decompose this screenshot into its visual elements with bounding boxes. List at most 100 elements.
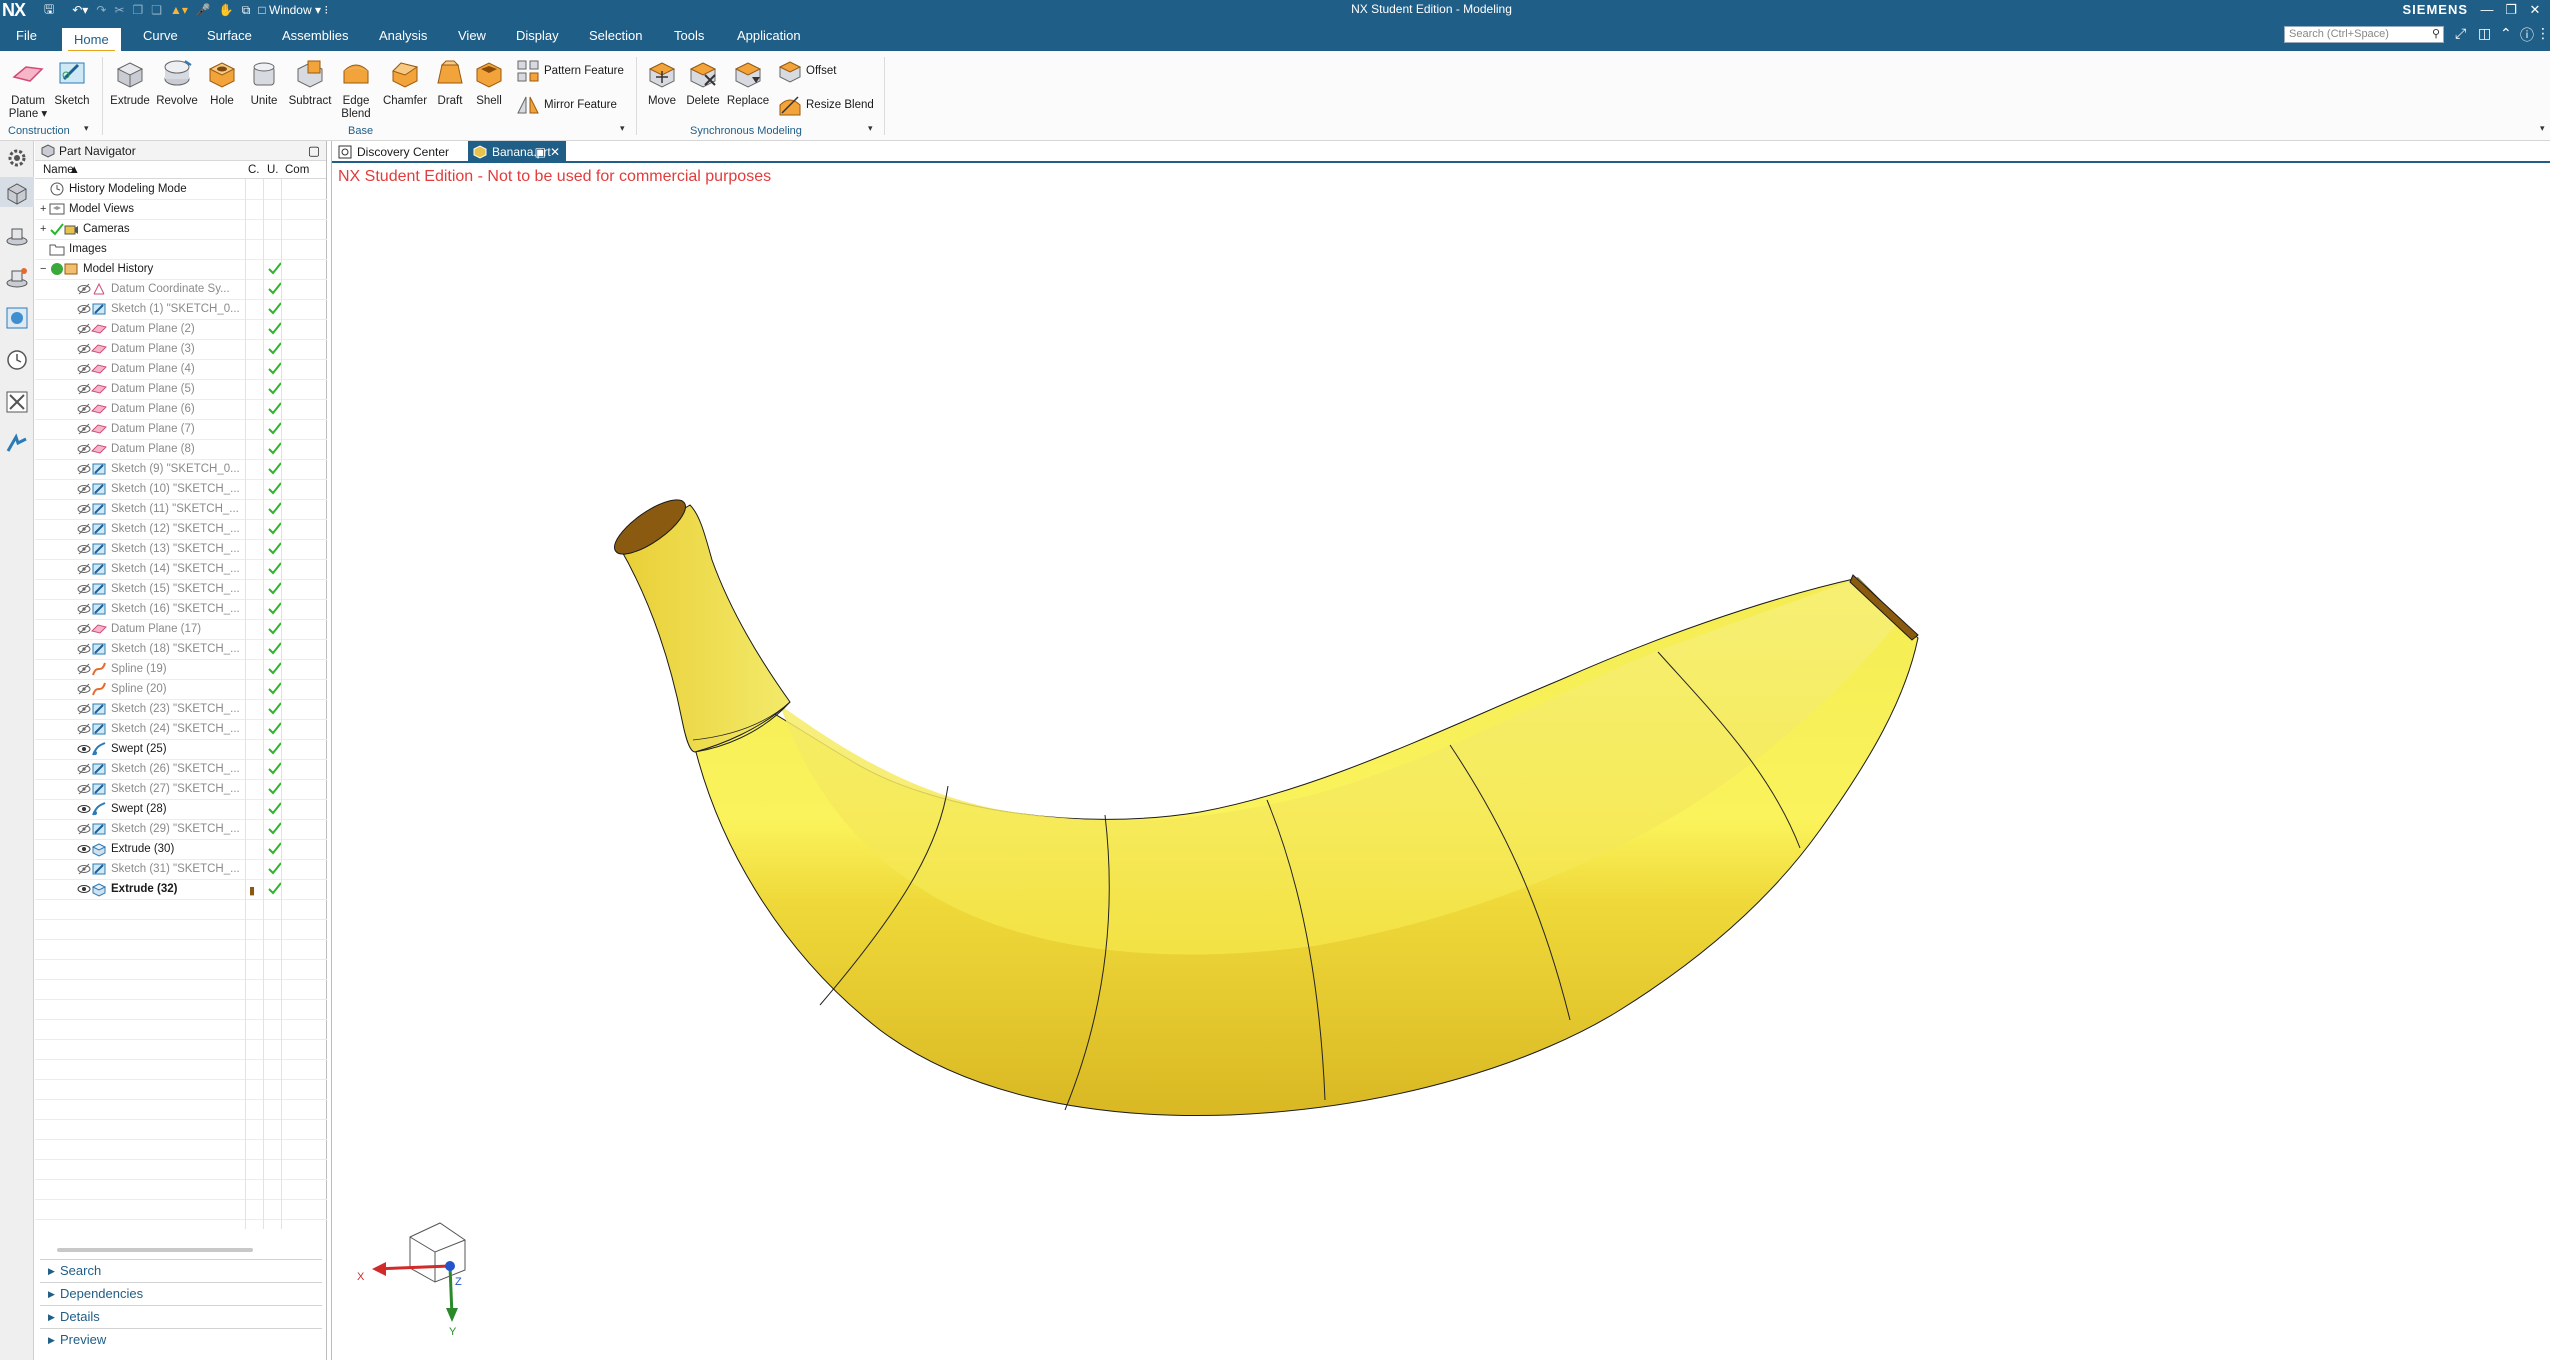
tab-curve[interactable]: Curve	[143, 28, 178, 43]
feature-row[interactable]: Datum Plane (17)	[35, 619, 327, 639]
feature-row[interactable]: Sketch (9) "SKETCH_0...	[35, 459, 327, 479]
feature-row[interactable]: Datum Plane (5)	[35, 379, 327, 399]
column-name[interactable]: Name ▲	[43, 161, 80, 179]
feature-row[interactable]: Extrude (32) ▮	[35, 879, 327, 899]
cameras-row[interactable]: + Cameras	[35, 219, 327, 239]
feature-row[interactable]: Extrude (30)	[35, 839, 327, 859]
ribbon-options-icon[interactable]: ⋮	[2536, 25, 2550, 42]
eye-hidden-icon[interactable]	[77, 682, 91, 696]
expand-icon[interactable]: +	[40, 199, 46, 219]
move-face-button[interactable]: Move	[644, 57, 680, 108]
feature-row[interactable]: Spline (19)	[35, 659, 327, 679]
sync-group-caret-icon[interactable]: ▾	[868, 123, 873, 134]
history-icon[interactable]	[4, 347, 30, 373]
eye-hidden-icon[interactable]	[77, 702, 91, 716]
settings-gear-icon[interactable]	[4, 145, 30, 171]
tab-pin-icon[interactable]: ▣	[535, 141, 546, 163]
datum-plane-button[interactable]: Datum Plane ▾	[8, 57, 48, 121]
eye-hidden-icon[interactable]	[77, 602, 91, 616]
tab-view[interactable]: View	[458, 28, 486, 43]
eye-hidden-icon[interactable]	[77, 282, 91, 296]
chamfer-button[interactable]: Chamfer	[380, 57, 430, 108]
replace-face-button[interactable]: Replace	[726, 57, 770, 108]
subtract-button[interactable]: Subtract	[286, 57, 334, 108]
assembly-navigator-icon[interactable]	[4, 223, 30, 249]
tab-assemblies[interactable]: Assemblies	[282, 28, 348, 43]
eye-hidden-icon[interactable]	[77, 862, 91, 876]
eye-hidden-icon[interactable]	[77, 402, 91, 416]
feature-row[interactable]: Swept (28)	[35, 799, 327, 819]
eye-hidden-icon[interactable]	[77, 522, 91, 536]
base-group-caret-icon[interactable]: ▾	[620, 123, 625, 134]
eye-hidden-icon[interactable]	[77, 762, 91, 776]
eye-hidden-icon[interactable]	[77, 822, 91, 836]
collapse-ribbon-icon[interactable]: ⌃	[2500, 25, 2512, 42]
tab-close-icon[interactable]: ✕	[550, 141, 560, 163]
collapse-icon[interactable]: −	[40, 259, 46, 279]
details-panel[interactable]: ▶ Details	[40, 1305, 322, 1327]
model-views-row[interactable]: + Model Views	[35, 199, 327, 219]
eye-hidden-icon[interactable]	[77, 622, 91, 636]
eye-hidden-icon[interactable]	[77, 302, 91, 316]
feature-row[interactable]: Spline (20)	[35, 679, 327, 699]
column-current[interactable]: C.	[248, 161, 260, 179]
pattern-feature-button[interactable]: Pattern Feature	[516, 59, 624, 83]
eye-hidden-icon[interactable]	[77, 662, 91, 676]
search-icon[interactable]: ⚲	[2432, 27, 2440, 42]
tab-display[interactable]: Display	[516, 28, 559, 43]
eye-hidden-icon[interactable]	[77, 442, 91, 456]
tab-analysis[interactable]: Analysis	[379, 28, 427, 43]
feature-row[interactable]: Sketch (13) "SKETCH_...	[35, 539, 327, 559]
draft-button[interactable]: Draft	[432, 57, 468, 108]
tools-icon[interactable]	[4, 389, 30, 415]
feature-row[interactable]: Sketch (23) "SKETCH_...	[35, 699, 327, 719]
eye-visible-icon[interactable]	[77, 742, 91, 756]
help-icon[interactable]: ⓘ	[2520, 25, 2534, 45]
images-row[interactable]: Images	[35, 239, 327, 259]
feature-row[interactable]: Sketch (1) "SKETCH_0...	[35, 299, 327, 319]
reuse-library-icon[interactable]	[4, 305, 30, 331]
feature-row[interactable]: Sketch (18) "SKETCH_...	[35, 639, 327, 659]
feature-row[interactable]: Sketch (14) "SKETCH_...	[35, 559, 327, 579]
close-icon[interactable]: ✕	[2524, 0, 2546, 20]
role-icon[interactable]	[4, 431, 30, 457]
horizontal-scrollbar[interactable]	[57, 1248, 253, 1252]
shell-button[interactable]: Shell	[470, 57, 508, 108]
revolve-button[interactable]: Revolve	[154, 57, 200, 108]
feature-row[interactable]: Sketch (26) "SKETCH_...	[35, 759, 327, 779]
feature-row[interactable]: Sketch (12) "SKETCH_...	[35, 519, 327, 539]
eye-visible-icon[interactable]	[77, 802, 91, 816]
eye-visible-icon[interactable]	[77, 842, 91, 856]
feature-row[interactable]: Datum Plane (8)	[35, 439, 327, 459]
eye-hidden-icon[interactable]	[77, 582, 91, 596]
tab-selection[interactable]: Selection	[589, 28, 642, 43]
tab-application[interactable]: Application	[737, 28, 801, 43]
part-navigator-icon[interactable]	[4, 181, 30, 207]
search-panel[interactable]: ▶ Search	[40, 1259, 322, 1281]
fullscreen-icon[interactable]: ⤢	[2455, 25, 2466, 42]
minimize-icon[interactable]: —	[2476, 0, 2498, 20]
history-modeling-mode-row[interactable]: History Modeling Mode	[35, 179, 327, 199]
sketch-button[interactable]: Sketch	[52, 57, 92, 108]
feature-row[interactable]: Sketch (10) "SKETCH_...	[35, 479, 327, 499]
constraint-navigator-icon[interactable]	[4, 265, 30, 291]
feature-row[interactable]: Datum Plane (3)	[35, 339, 327, 359]
maximize-panel-icon[interactable]: ▢	[308, 141, 320, 161]
feature-row[interactable]: Sketch (16) "SKETCH_...	[35, 599, 327, 619]
eye-hidden-icon[interactable]	[77, 562, 91, 576]
delete-face-button[interactable]: Delete	[684, 57, 722, 108]
eye-hidden-icon[interactable]	[77, 342, 91, 356]
eye-hidden-icon[interactable]	[77, 482, 91, 496]
feature-row[interactable]: Sketch (15) "SKETCH_...	[35, 579, 327, 599]
tab-home[interactable]: Home	[62, 28, 121, 52]
view-triad[interactable]: X Y Z	[357, 1222, 466, 1338]
feature-row[interactable]: Swept (25)	[35, 739, 327, 759]
restore-icon[interactable]: ❐	[2500, 0, 2522, 20]
edge-blend-button[interactable]: Edge Blend	[336, 57, 376, 121]
unite-button[interactable]: Unite	[244, 57, 284, 108]
eye-hidden-icon[interactable]	[77, 362, 91, 376]
feature-row[interactable]: Datum Plane (6)	[35, 399, 327, 419]
ribbon-overflow-caret-icon[interactable]: ▾	[2540, 123, 2545, 134]
eye-hidden-icon[interactable]	[77, 382, 91, 396]
feature-row[interactable]: Datum Plane (2)	[35, 319, 327, 339]
